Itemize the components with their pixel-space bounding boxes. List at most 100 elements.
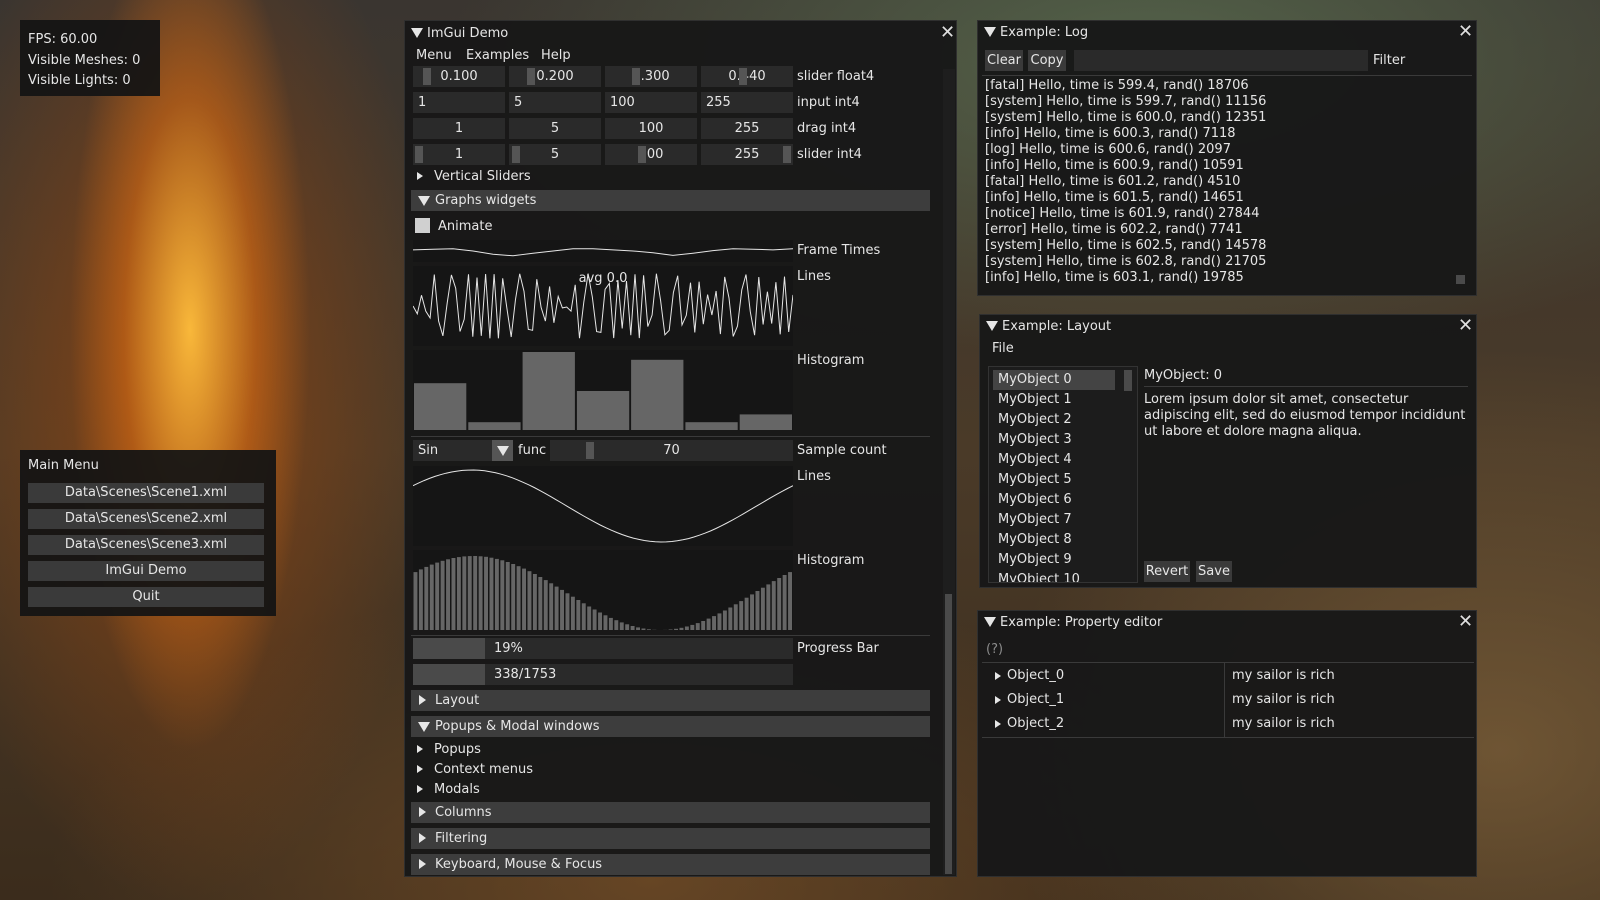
copy-button[interactable]: Copy: [1028, 50, 1066, 71]
histogram-plot[interactable]: [413, 350, 793, 430]
slider-int-3[interactable]: 100: [605, 144, 697, 165]
property-title-bar[interactable]: Example: Property editor ✕: [978, 611, 1476, 635]
list-item[interactable]: MyObject 2: [993, 410, 1115, 430]
collapse-icon[interactable]: [984, 27, 996, 37]
collapse-icon[interactable]: [986, 321, 998, 331]
slider-grab[interactable]: [638, 146, 646, 163]
scene1-button[interactable]: Data\Scenes\Scene1.xml: [28, 483, 264, 503]
input-int-4[interactable]: 255: [701, 92, 793, 113]
tree-arrow-icon[interactable]: [417, 172, 423, 180]
popups-node[interactable]: Popups: [434, 742, 481, 757]
slider-grab[interactable]: [783, 146, 791, 163]
slider-float-3[interactable]: 0.300: [605, 66, 697, 87]
input-int-2[interactable]: 5: [509, 92, 601, 113]
slider-float-4[interactable]: 0.440: [701, 66, 793, 87]
popups-header[interactable]: Popups & Modal windows: [411, 716, 930, 737]
scene3-button[interactable]: Data\Scenes\Scene3.xml: [28, 535, 264, 555]
drag-int-2[interactable]: 5: [509, 118, 601, 139]
slider-grab[interactable]: [586, 442, 594, 459]
file-menu[interactable]: File: [992, 341, 1014, 356]
object-list[interactable]: MyObject 0 MyObject 1 MyObject 2 MyObjec…: [988, 366, 1138, 583]
tree-arrow-icon[interactable]: [995, 720, 1001, 728]
filter-input[interactable]: [1074, 50, 1368, 71]
slider-grab[interactable]: [415, 146, 423, 163]
slider-int-1[interactable]: 1: [413, 144, 505, 165]
slider-int-2[interactable]: 5: [509, 144, 601, 165]
list-scrollbar-thumb[interactable]: [1124, 370, 1132, 391]
resize-grip[interactable]: [1456, 275, 1465, 284]
quit-button[interactable]: Quit: [28, 587, 264, 607]
columns-header[interactable]: Columns: [411, 802, 930, 823]
drag-int-1[interactable]: 1: [413, 118, 505, 139]
tree-arrow-icon[interactable]: [995, 696, 1001, 704]
scrollbar-track[interactable]: [943, 69, 955, 875]
slider-int-4[interactable]: 255: [701, 144, 793, 165]
slider-grab[interactable]: [423, 68, 431, 85]
sin-lines-plot[interactable]: [413, 466, 793, 546]
list-item[interactable]: MyObject 3: [993, 430, 1115, 450]
list-item[interactable]: MyObject 8: [993, 530, 1115, 550]
slider-grab[interactable]: [512, 146, 520, 163]
tree-arrow-icon[interactable]: [417, 745, 423, 753]
sin-histogram-plot[interactable]: [413, 550, 793, 630]
scrollbar-thumb[interactable]: [945, 594, 952, 874]
list-item[interactable]: MyObject 7: [993, 510, 1115, 530]
save-button[interactable]: Save: [1196, 561, 1232, 582]
menu-menu[interactable]: Menu: [416, 48, 452, 63]
close-icon[interactable]: ✕: [1458, 317, 1473, 335]
histogram-bar: [467, 556, 472, 630]
tree-arrow-icon[interactable]: [417, 765, 423, 773]
modals-node[interactable]: Modals: [434, 782, 480, 797]
log-title-bar[interactable]: Example: Log ✕: [978, 21, 1476, 45]
list-item[interactable]: MyObject 4: [993, 450, 1115, 470]
drag-int-4[interactable]: 255: [701, 118, 793, 139]
slider-float-2[interactable]: 0.200: [509, 66, 601, 87]
layout-header[interactable]: Layout: [411, 690, 930, 711]
func-combo[interactable]: Sin: [413, 440, 513, 461]
slider-grab[interactable]: [632, 68, 640, 85]
slider-grab[interactable]: [739, 68, 747, 85]
animate-checkbox[interactable]: [415, 218, 430, 233]
slider-grab[interactable]: [527, 68, 535, 85]
histogram-bar: [505, 562, 510, 630]
vertical-sliders-node[interactable]: Vertical Sliders: [434, 169, 531, 184]
clear-button[interactable]: Clear: [985, 50, 1023, 71]
tree-arrow-icon[interactable]: [417, 785, 423, 793]
lines-plot[interactable]: avg 0.0: [413, 266, 793, 346]
list-item[interactable]: MyObject 1: [993, 390, 1115, 410]
close-icon[interactable]: ✕: [1458, 613, 1473, 631]
layout-title-bar[interactable]: Example: Layout ✕: [980, 315, 1476, 339]
help-marker[interactable]: (?): [986, 642, 1003, 657]
close-icon[interactable]: ✕: [940, 24, 955, 42]
collapse-icon[interactable]: [411, 28, 423, 38]
list-item[interactable]: MyObject 10: [993, 570, 1115, 582]
frame-times-plot[interactable]: [413, 240, 793, 262]
keyboard-header[interactable]: Keyboard, Mouse & Focus: [411, 854, 930, 875]
sample-count-slider[interactable]: 70: [550, 440, 793, 461]
graphs-widgets-header[interactable]: Graphs widgets: [411, 190, 930, 211]
list-item[interactable]: MyObject 6: [993, 490, 1115, 510]
log-output[interactable]: [fatal] Hello, time is 599.4, rand() 187…: [985, 78, 1455, 286]
menu-help[interactable]: Help: [541, 48, 571, 63]
dropdown-button[interactable]: [492, 440, 513, 461]
context-menus-node[interactable]: Context menus: [434, 762, 533, 777]
revert-button[interactable]: Revert: [1144, 561, 1190, 582]
property-row[interactable]: Object_1 my sailor is rich: [978, 688, 1476, 712]
tree-arrow-icon[interactable]: [995, 672, 1001, 680]
input-int-1[interactable]: 1: [413, 92, 505, 113]
scene2-button[interactable]: Data\Scenes\Scene2.xml: [28, 509, 264, 529]
list-item[interactable]: MyObject 5: [993, 470, 1115, 490]
property-row[interactable]: Object_2 my sailor is rich: [978, 712, 1476, 736]
slider-float-1[interactable]: 0.100: [413, 66, 505, 87]
menu-examples[interactable]: Examples: [466, 48, 529, 63]
property-row[interactable]: Object_0 my sailor is rich: [978, 664, 1476, 688]
collapse-icon[interactable]: [984, 617, 996, 627]
imgui-demo-button[interactable]: ImGui Demo: [28, 561, 264, 581]
list-item[interactable]: MyObject 9: [993, 550, 1115, 570]
demo-title-bar[interactable]: ImGui Demo ✕: [405, 21, 956, 45]
drag-int-3[interactable]: 100: [605, 118, 697, 139]
close-icon[interactable]: ✕: [1458, 23, 1473, 41]
input-int-3[interactable]: 100: [605, 92, 697, 113]
filtering-header[interactable]: Filtering: [411, 828, 930, 849]
list-item-selected[interactable]: MyObject 0: [993, 370, 1115, 390]
